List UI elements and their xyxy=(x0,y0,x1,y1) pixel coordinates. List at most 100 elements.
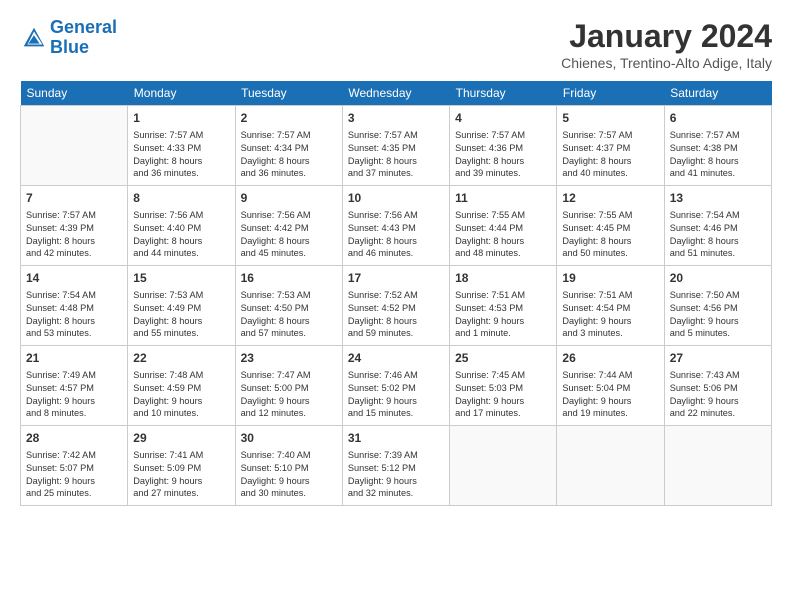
day-number: 6 xyxy=(670,110,766,127)
day-number: 1 xyxy=(133,110,229,127)
day-cell: 20 Sunrise: 7:50 AM Sunset: 4:56 PM Dayli… xyxy=(664,266,771,346)
day-number: 13 xyxy=(670,190,766,207)
day-cell: 6 Sunrise: 7:57 AM Sunset: 4:38 PM Daylig… xyxy=(664,106,771,186)
day-info: Sunrise: 7:57 AM Sunset: 4:33 PM Dayligh… xyxy=(133,129,229,181)
day-number: 23 xyxy=(241,350,337,367)
location: Chienes, Trentino-Alto Adige, Italy xyxy=(561,55,772,71)
day-cell: 27 Sunrise: 7:43 AM Sunset: 5:06 PM Dayli… xyxy=(664,346,771,426)
day-number: 19 xyxy=(562,270,658,287)
logo-line1: General xyxy=(50,17,117,37)
day-info: Sunrise: 7:56 AM Sunset: 4:42 PM Dayligh… xyxy=(241,209,337,261)
day-cell: 9 Sunrise: 7:56 AM Sunset: 4:42 PM Daylig… xyxy=(235,186,342,266)
day-number: 17 xyxy=(348,270,444,287)
day-cell: 11 Sunrise: 7:55 AM Sunset: 4:44 PM Dayli… xyxy=(450,186,557,266)
day-info: Sunrise: 7:44 AM Sunset: 5:04 PM Dayligh… xyxy=(562,369,658,421)
day-cell: 5 Sunrise: 7:57 AM Sunset: 4:37 PM Daylig… xyxy=(557,106,664,186)
day-cell: 21Sunrise: 7:49 AM Sunset: 4:57 PM Dayli… xyxy=(21,346,128,426)
day-cell: 24Sunrise: 7:46 AM Sunset: 5:02 PM Dayli… xyxy=(342,346,449,426)
day-info: Sunrise: 7:57 AM Sunset: 4:37 PM Dayligh… xyxy=(562,129,658,181)
logo: General Blue xyxy=(20,18,117,58)
weekday-monday: Monday xyxy=(128,81,235,106)
day-info: Sunrise: 7:39 AM Sunset: 5:12 PM Dayligh… xyxy=(348,449,444,501)
day-cell: 8Sunrise: 7:56 AM Sunset: 4:40 PM Daylig… xyxy=(128,186,235,266)
day-number: 28 xyxy=(26,430,122,447)
day-cell: 19Sunrise: 7:51 AM Sunset: 4:54 PM Dayli… xyxy=(557,266,664,346)
day-number: 10 xyxy=(348,190,444,207)
day-info: Sunrise: 7:52 AM Sunset: 4:52 PM Dayligh… xyxy=(348,289,444,341)
weekday-saturday: Saturday xyxy=(664,81,771,106)
day-number: 7 xyxy=(26,190,122,207)
month-title: January 2024 xyxy=(561,18,772,55)
day-cell xyxy=(557,426,664,506)
day-info: Sunrise: 7:48 AM Sunset: 4:59 PM Dayligh… xyxy=(133,369,229,421)
day-info: Sunrise: 7:54 AM Sunset: 4:48 PM Dayligh… xyxy=(26,289,122,341)
week-row-4: 21Sunrise: 7:49 AM Sunset: 4:57 PM Dayli… xyxy=(21,346,772,426)
weekday-wednesday: Wednesday xyxy=(342,81,449,106)
day-info: Sunrise: 7:47 AM Sunset: 5:00 PM Dayligh… xyxy=(241,369,337,421)
day-info: Sunrise: 7:43 AM Sunset: 5:06 PM Dayligh… xyxy=(670,369,766,421)
day-info: Sunrise: 7:57 AM Sunset: 4:39 PM Dayligh… xyxy=(26,209,122,261)
day-cell: 15 Sunrise: 7:53 AM Sunset: 4:49 PM Dayli… xyxy=(128,266,235,346)
day-number: 26 xyxy=(562,350,658,367)
day-number: 20 xyxy=(670,270,766,287)
day-info: Sunrise: 7:45 AM Sunset: 5:03 PM Dayligh… xyxy=(455,369,551,421)
day-cell: 29 Sunrise: 7:41 AM Sunset: 5:09 PM Dayli… xyxy=(128,426,235,506)
day-info: Sunrise: 7:57 AM Sunset: 4:34 PM Dayligh… xyxy=(241,129,337,181)
day-cell: 23 Sunrise: 7:47 AM Sunset: 5:00 PM Dayli… xyxy=(235,346,342,426)
day-cell: 22Sunrise: 7:48 AM Sunset: 4:59 PM Dayli… xyxy=(128,346,235,426)
day-info: Sunrise: 7:53 AM Sunset: 4:49 PM Dayligh… xyxy=(133,289,229,341)
day-info: Sunrise: 7:41 AM Sunset: 5:09 PM Dayligh… xyxy=(133,449,229,501)
day-number: 29 xyxy=(133,430,229,447)
day-cell: 1 Sunrise: 7:57 AM Sunset: 4:33 PM Daylig… xyxy=(128,106,235,186)
logo-icon xyxy=(20,24,48,52)
day-cell: 13Sunrise: 7:54 AM Sunset: 4:46 PM Dayli… xyxy=(664,186,771,266)
day-cell: 7 Sunrise: 7:57 AM Sunset: 4:39 PM Daylig… xyxy=(21,186,128,266)
logo-line2: Blue xyxy=(50,37,89,57)
week-row-5: 28Sunrise: 7:42 AM Sunset: 5:07 PM Dayli… xyxy=(21,426,772,506)
title-block: January 2024 Chienes, Trentino-Alto Adig… xyxy=(561,18,772,71)
day-number: 25 xyxy=(455,350,551,367)
day-number: 15 xyxy=(133,270,229,287)
day-info: Sunrise: 7:55 AM Sunset: 4:44 PM Dayligh… xyxy=(455,209,551,261)
day-info: Sunrise: 7:56 AM Sunset: 4:40 PM Dayligh… xyxy=(133,209,229,261)
day-info: Sunrise: 7:49 AM Sunset: 4:57 PM Dayligh… xyxy=(26,369,122,421)
day-number: 31 xyxy=(348,430,444,447)
day-cell: 4Sunrise: 7:57 AM Sunset: 4:36 PM Daylig… xyxy=(450,106,557,186)
day-number: 14 xyxy=(26,270,122,287)
day-info: Sunrise: 7:57 AM Sunset: 4:35 PM Dayligh… xyxy=(348,129,444,181)
day-number: 2 xyxy=(241,110,337,127)
day-cell: 10 Sunrise: 7:56 AM Sunset: 4:43 PM Dayli… xyxy=(342,186,449,266)
weekday-thursday: Thursday xyxy=(450,81,557,106)
day-info: Sunrise: 7:55 AM Sunset: 4:45 PM Dayligh… xyxy=(562,209,658,261)
day-number: 3 xyxy=(348,110,444,127)
day-info: Sunrise: 7:56 AM Sunset: 4:43 PM Dayligh… xyxy=(348,209,444,261)
day-cell: 18Sunrise: 7:51 AM Sunset: 4:53 PM Dayli… xyxy=(450,266,557,346)
day-cell: 17 Sunrise: 7:52 AM Sunset: 4:52 PM Dayli… xyxy=(342,266,449,346)
weekday-header-row: SundayMondayTuesdayWednesdayThursdayFrid… xyxy=(21,81,772,106)
calendar-table: SundayMondayTuesdayWednesdayThursdayFrid… xyxy=(20,81,772,506)
day-number: 11 xyxy=(455,190,551,207)
day-cell xyxy=(450,426,557,506)
day-number: 30 xyxy=(241,430,337,447)
weekday-tuesday: Tuesday xyxy=(235,81,342,106)
day-cell: 12 Sunrise: 7:55 AM Sunset: 4:45 PM Dayli… xyxy=(557,186,664,266)
day-cell: 26 Sunrise: 7:44 AM Sunset: 5:04 PM Dayli… xyxy=(557,346,664,426)
day-cell xyxy=(664,426,771,506)
day-info: Sunrise: 7:40 AM Sunset: 5:10 PM Dayligh… xyxy=(241,449,337,501)
day-cell: 2 Sunrise: 7:57 AM Sunset: 4:34 PM Daylig… xyxy=(235,106,342,186)
day-info: Sunrise: 7:53 AM Sunset: 4:50 PM Dayligh… xyxy=(241,289,337,341)
weekday-sunday: Sunday xyxy=(21,81,128,106)
day-cell: 28Sunrise: 7:42 AM Sunset: 5:07 PM Dayli… xyxy=(21,426,128,506)
page: General Blue January 2024 Chienes, Trent… xyxy=(0,0,792,612)
day-number: 9 xyxy=(241,190,337,207)
day-number: 5 xyxy=(562,110,658,127)
day-info: Sunrise: 7:51 AM Sunset: 4:53 PM Dayligh… xyxy=(455,289,551,341)
day-cell: 14 Sunrise: 7:54 AM Sunset: 4:48 PM Dayli… xyxy=(21,266,128,346)
day-number: 27 xyxy=(670,350,766,367)
day-number: 12 xyxy=(562,190,658,207)
header: General Blue January 2024 Chienes, Trent… xyxy=(20,18,772,71)
day-info: Sunrise: 7:57 AM Sunset: 4:36 PM Dayligh… xyxy=(455,129,551,181)
day-number: 24 xyxy=(348,350,444,367)
day-info: Sunrise: 7:50 AM Sunset: 4:56 PM Dayligh… xyxy=(670,289,766,341)
day-info: Sunrise: 7:57 AM Sunset: 4:38 PM Dayligh… xyxy=(670,129,766,181)
